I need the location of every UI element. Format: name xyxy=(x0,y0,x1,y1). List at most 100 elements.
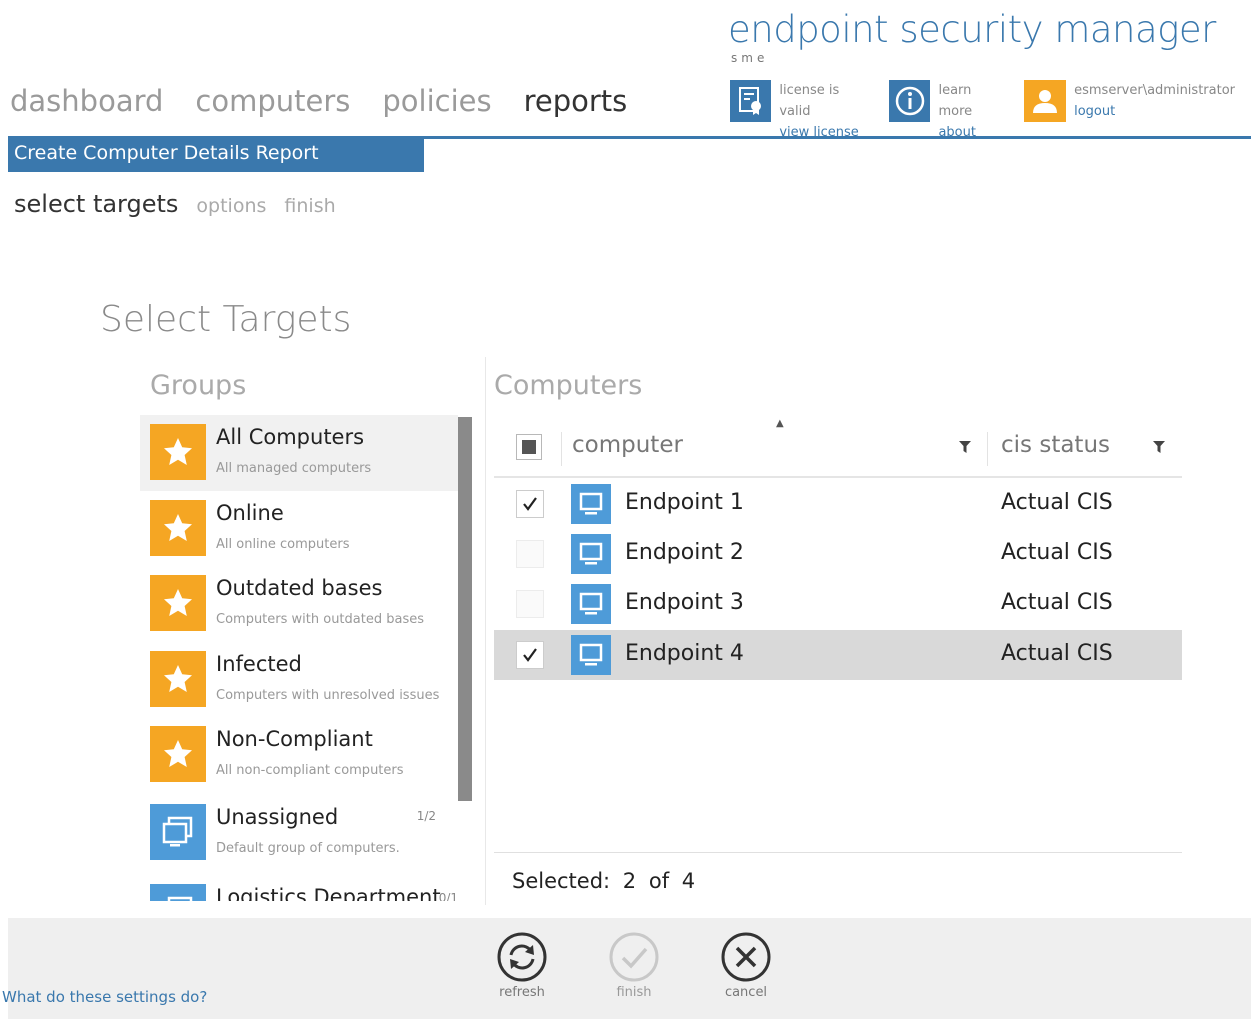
total-count: 4 xyxy=(681,869,696,893)
group-online[interactable]: Online All online computers xyxy=(140,491,458,567)
view-license-link[interactable]: view license xyxy=(779,122,873,143)
step-finish[interactable]: finish xyxy=(284,195,335,217)
nav-dashboard[interactable]: dashboard xyxy=(10,84,163,118)
table-header: computer ▲ cis status xyxy=(494,418,1182,478)
group-desc: Computers with outdated bases xyxy=(216,612,424,627)
finish-button[interactable]: finish xyxy=(599,931,669,1000)
computer-icon xyxy=(571,584,611,624)
checkmark-icon xyxy=(523,648,537,662)
nav-computers[interactable]: computers xyxy=(195,84,350,118)
group-logistics-department[interactable]: Logistics Department 0/1 xyxy=(140,875,458,901)
filter-icon[interactable] xyxy=(1152,440,1166,454)
group-count: 0/1 xyxy=(438,891,458,901)
filter-icon[interactable] xyxy=(958,440,972,454)
group-desc: All online computers xyxy=(216,537,350,552)
cis-status: Actual CIS xyxy=(1001,490,1113,515)
group-outdated-bases[interactable]: Outdated bases Computers with outdated b… xyxy=(140,566,458,642)
computer-icon xyxy=(571,534,611,574)
user-icon[interactable] xyxy=(1024,80,1067,122)
user-block: esmserver\administrator logout xyxy=(1024,80,1235,143)
row-checkbox[interactable] xyxy=(516,590,544,618)
license-status: license is valid xyxy=(779,83,840,119)
cis-status: Actual CIS xyxy=(1001,540,1113,565)
group-desc: All managed computers xyxy=(216,461,372,476)
logout-link[interactable]: logout xyxy=(1074,101,1235,122)
row-checkbox[interactable] xyxy=(516,641,544,669)
finish-label: finish xyxy=(616,985,652,1000)
computer-icon xyxy=(571,635,611,675)
report-title: Create Computer Details Report xyxy=(8,139,424,172)
user-name: esmserver\administrator xyxy=(1074,83,1235,98)
check-icon xyxy=(609,932,659,982)
computers-icon xyxy=(150,804,206,860)
nav-policies[interactable]: policies xyxy=(382,84,491,118)
nav-reports[interactable]: reports xyxy=(524,84,628,118)
checkmark-icon xyxy=(523,497,537,511)
column-computer[interactable]: computer xyxy=(572,432,683,458)
selection-summary: Selected: 2 of 4 xyxy=(512,869,695,893)
group-desc: All non-compliant computers xyxy=(216,763,404,778)
refresh-label: refresh xyxy=(499,985,545,1000)
cancel-label: cancel xyxy=(724,985,768,1000)
selected-label: Selected: xyxy=(512,869,611,893)
computer-name: Endpoint 1 xyxy=(625,490,744,515)
groups-list: All Computers All managed computers Onli… xyxy=(140,415,473,901)
row-checkbox[interactable] xyxy=(516,490,544,518)
group-count: 1/2 xyxy=(416,809,436,823)
cis-status: Actual CIS xyxy=(1001,590,1113,615)
step-select-targets[interactable]: select targets xyxy=(14,190,178,218)
refresh-icon xyxy=(497,932,547,982)
computer-name: Endpoint 2 xyxy=(625,540,744,565)
group-name: Non-Compliant xyxy=(216,727,373,751)
column-cis-status[interactable]: cis status xyxy=(1001,432,1110,458)
page-title: Select Targets xyxy=(100,299,352,340)
selected-count: 2 xyxy=(622,869,637,893)
group-name: Unassigned xyxy=(216,805,339,829)
group-name: Infected xyxy=(216,652,302,676)
star-icon xyxy=(150,575,206,631)
group-name: Online xyxy=(216,501,284,525)
table-row[interactable]: Endpoint 3 Actual CIS xyxy=(494,579,1182,629)
table-row[interactable]: Endpoint 1 Actual CIS xyxy=(494,479,1182,529)
star-icon xyxy=(150,651,206,707)
sort-asc-icon: ▲ xyxy=(776,418,784,429)
of-label: of xyxy=(648,869,670,893)
group-name: Outdated bases xyxy=(216,576,383,600)
step-options[interactable]: options xyxy=(196,195,266,217)
select-all-checkbox[interactable] xyxy=(516,434,542,460)
computer-icon xyxy=(571,484,611,524)
help-link[interactable]: What do these settings do? xyxy=(2,988,207,1006)
header-info: license is valid view license learn more… xyxy=(730,80,1251,143)
computers-heading: Computers xyxy=(494,370,643,401)
table-footer-divider xyxy=(494,852,1182,853)
table-row[interactable]: Endpoint 4 Actual CIS xyxy=(494,630,1182,680)
group-name: Logistics Department xyxy=(216,885,441,901)
groups-heading: Groups xyxy=(150,370,247,401)
cancel-button[interactable]: cancel xyxy=(711,931,781,1000)
group-unassigned[interactable]: Unassigned Default group of computers. 1… xyxy=(140,795,458,871)
group-infected[interactable]: Infected Computers with unresolved issue… xyxy=(140,642,458,718)
group-desc: Computers with unresolved issues xyxy=(216,688,440,703)
star-icon xyxy=(150,424,206,480)
about-link[interactable]: about xyxy=(938,122,1008,143)
star-icon xyxy=(150,726,206,782)
cis-status: Actual CIS xyxy=(1001,641,1113,666)
group-non-compliant[interactable]: Non-Compliant All non-compliant computer… xyxy=(140,717,458,793)
computer-name: Endpoint 4 xyxy=(625,641,744,666)
group-desc: Default group of computers. xyxy=(216,841,400,856)
computer-name: Endpoint 3 xyxy=(625,590,744,615)
panel-divider xyxy=(485,357,486,905)
certificate-icon[interactable] xyxy=(730,80,772,122)
table-row[interactable]: Endpoint 2 Actual CIS xyxy=(494,529,1182,579)
about-block: learn more about xyxy=(889,80,1008,143)
action-bar: What do these settings do? refresh finis… xyxy=(2,918,1251,1019)
star-icon xyxy=(150,500,206,556)
group-all-computers[interactable]: All Computers All managed computers xyxy=(140,415,458,491)
app-title: endpoint security manager xyxy=(728,8,1216,51)
app-subtitle: sme xyxy=(731,51,769,65)
refresh-button[interactable]: refresh xyxy=(487,931,557,1000)
groups-scrollbar[interactable] xyxy=(458,417,472,801)
row-checkbox[interactable] xyxy=(516,540,544,568)
info-icon[interactable] xyxy=(889,80,931,122)
main-nav: dashboard computers policies reports xyxy=(10,84,627,118)
